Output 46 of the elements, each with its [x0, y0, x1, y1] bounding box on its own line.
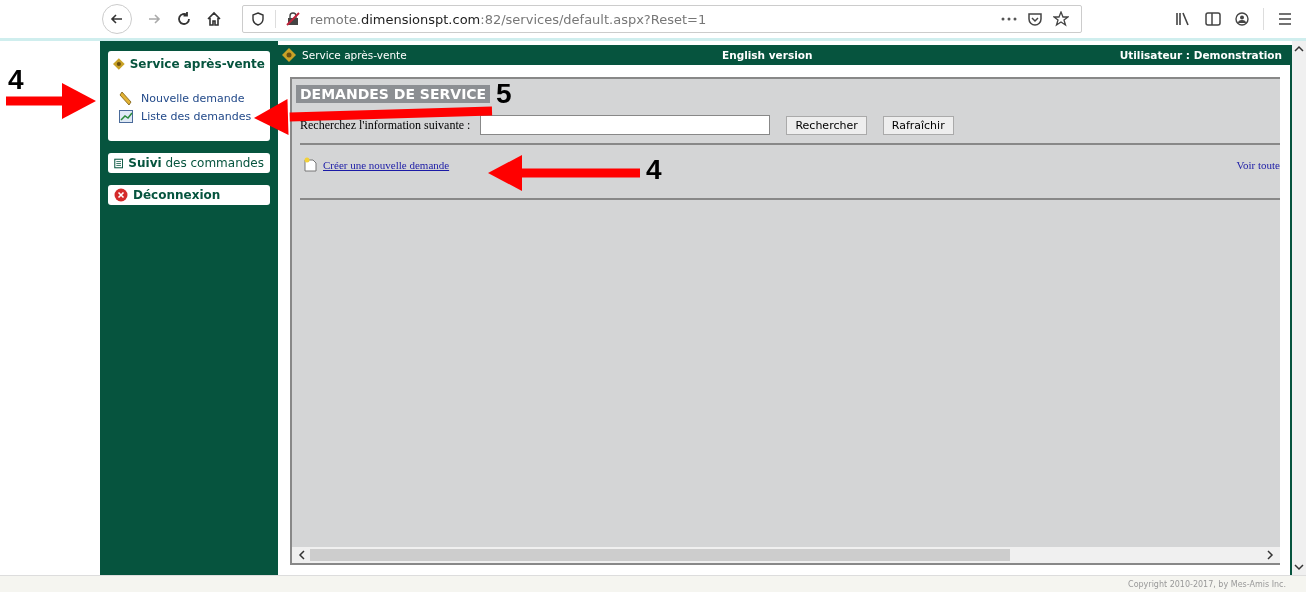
- pocket-icon[interactable]: [1027, 11, 1043, 27]
- scroll-right-icon[interactable]: [1266, 550, 1274, 560]
- account-icon[interactable]: [1235, 12, 1249, 26]
- more-icon[interactable]: [1001, 17, 1017, 21]
- list-icon: [114, 156, 124, 170]
- shield-icon[interactable]: [251, 12, 265, 26]
- scroll-left-icon[interactable]: [298, 550, 306, 560]
- horizontal-scrollbar[interactable]: [292, 547, 1280, 563]
- scroll-up-icon[interactable]: [1294, 45, 1304, 53]
- url-text: remote.dimensionspt.com:82/services/default.aspx?Reset=1: [310, 11, 707, 27]
- annotation-number: 5: [496, 80, 512, 108]
- address-bar[interactable]: remote.dimensionspt.com:82/services/default.aspx?Reset=1: [242, 5, 1082, 33]
- diamond-icon: [113, 57, 125, 71]
- language-link[interactable]: English version: [722, 49, 813, 61]
- section-link[interactable]: Déconnexion: [133, 188, 221, 202]
- new-document-icon: [304, 157, 317, 172]
- vertical-scrollbar[interactable]: [1292, 41, 1306, 575]
- search-field[interactable]: [480, 115, 771, 135]
- search-button[interactable]: Rechercher: [786, 115, 867, 135]
- menu-icon[interactable]: [1278, 13, 1292, 25]
- header-title: Service après-vente: [302, 49, 407, 61]
- chart-icon: [119, 110, 133, 123]
- annotation-number: 4: [646, 156, 662, 184]
- scroll-down-icon[interactable]: [1294, 563, 1304, 571]
- section-link[interactable]: Suivi des commandes: [128, 156, 264, 170]
- insecure-lock-icon[interactable]: [286, 12, 300, 26]
- reload-icon[interactable]: [176, 11, 192, 27]
- section-title: Service après-vente: [129, 57, 265, 71]
- panel-title: DEMANDES DE SERVICE: [296, 85, 491, 103]
- view-all-link[interactable]: Voir toute: [1236, 158, 1280, 171]
- star-icon[interactable]: [1053, 11, 1069, 27]
- pencil-icon: [119, 91, 133, 106]
- annotation-number: 4: [8, 66, 24, 94]
- sidebar-link[interactable]: Liste des demandes: [141, 110, 252, 123]
- user-label: Utilisateur : Demonstration: [1119, 49, 1282, 61]
- diamond-icon: [282, 48, 296, 62]
- copyright-text: Copyright 2010-2017, by Mes-Amis Inc.: [1128, 580, 1286, 589]
- create-request-link[interactable]: Créer une nouvelle demande: [323, 158, 450, 171]
- home-icon[interactable]: [206, 11, 222, 27]
- search-label: Recherchez l'information suivante :: [300, 117, 471, 133]
- back-button[interactable]: [102, 4, 132, 34]
- refresh-button[interactable]: Rafraîchir: [882, 115, 954, 135]
- sidebar-icon[interactable]: [1205, 12, 1221, 26]
- library-icon[interactable]: [1175, 12, 1191, 26]
- close-icon: [114, 188, 128, 202]
- sidebar-link[interactable]: Nouvelle demande: [141, 92, 245, 105]
